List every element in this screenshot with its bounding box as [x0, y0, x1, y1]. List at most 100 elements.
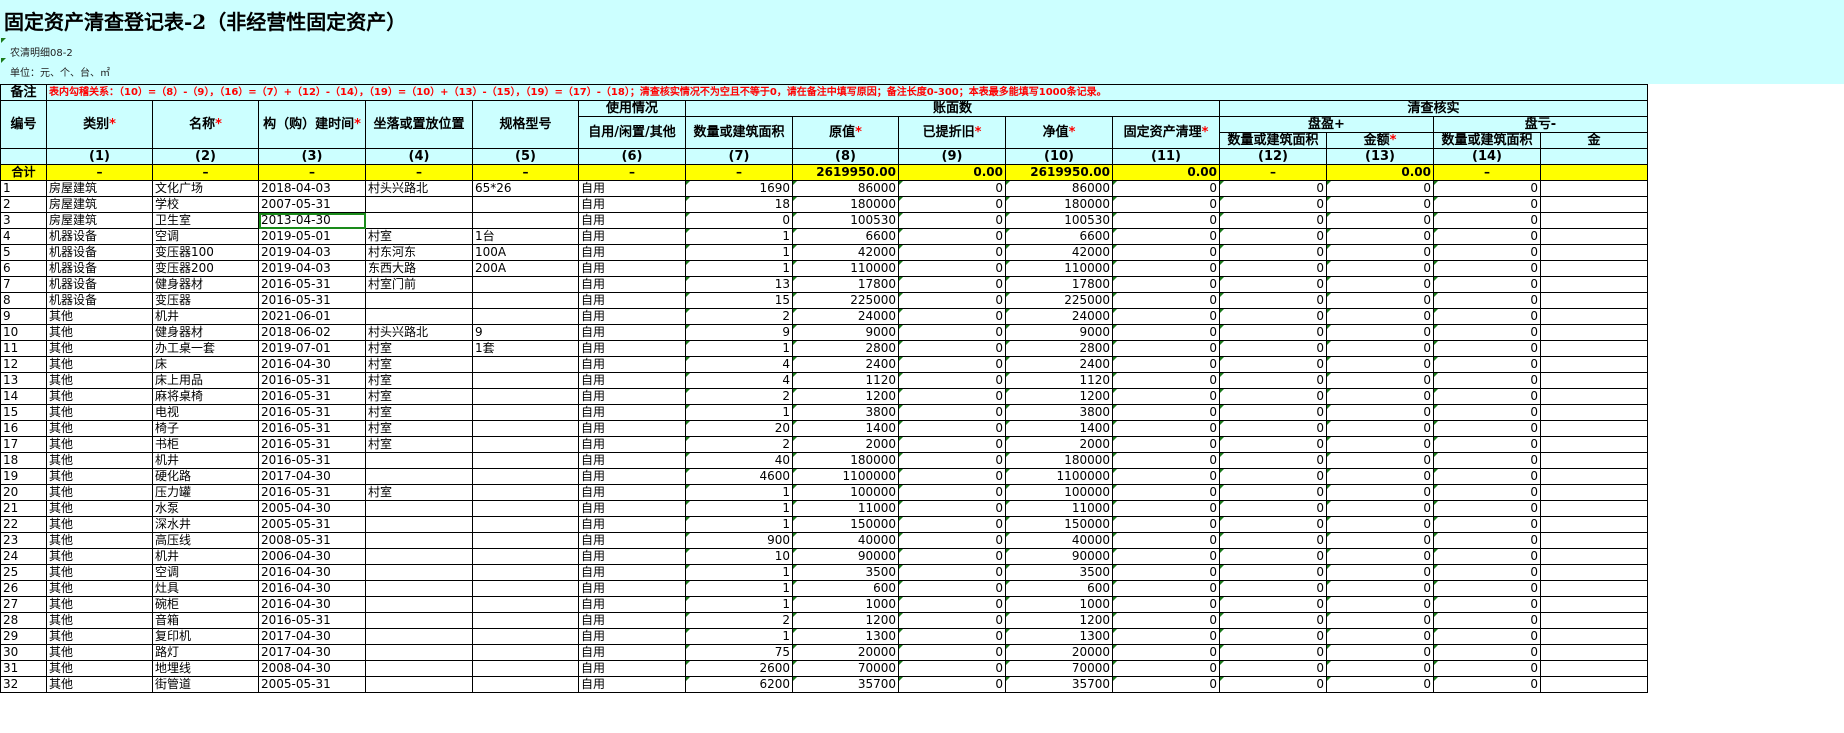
table-cell[interactable]: 75 — [685, 644, 793, 661]
table-cell[interactable]: 28 — [0, 612, 47, 629]
table-cell[interactable]: 1 — [685, 516, 793, 533]
table-cell[interactable]: 0 — [1433, 404, 1541, 421]
table-cell[interactable] — [1540, 532, 1648, 549]
table-cell[interactable]: 自用 — [578, 212, 686, 229]
table-cell[interactable]: 自用 — [578, 308, 686, 325]
table-cell[interactable] — [1540, 292, 1648, 309]
table-cell[interactable]: 0 — [1433, 420, 1541, 437]
table-cell[interactable]: 0 — [898, 468, 1006, 485]
table-cell[interactable]: 村室 — [365, 388, 473, 405]
table-cell[interactable]: 10 — [0, 324, 47, 341]
table-cell[interactable]: 0 — [1326, 324, 1434, 341]
table-cell[interactable]: 0 — [1112, 228, 1220, 245]
table-cell[interactable]: 0 — [1326, 340, 1434, 357]
table-cell[interactable]: 0 — [1326, 660, 1434, 677]
table-cell[interactable] — [472, 612, 579, 629]
table-cell[interactable]: 2016-04-30 — [258, 596, 366, 613]
table-cell[interactable]: 0 — [1433, 244, 1541, 261]
table-cell[interactable]: 自用 — [578, 340, 686, 357]
table-cell[interactable]: 2016-05-31 — [258, 292, 366, 309]
table-cell[interactable]: 自用 — [578, 516, 686, 533]
table-cell[interactable]: 0 — [898, 260, 1006, 277]
table-cell[interactable]: 2016-05-31 — [258, 484, 366, 501]
table-cell[interactable]: 0 — [1112, 420, 1220, 437]
table-cell[interactable]: 自用 — [578, 324, 686, 341]
table-cell[interactable]: 自用 — [578, 404, 686, 421]
table-cell[interactable]: 0 — [1326, 420, 1434, 437]
table-cell[interactable]: 0 — [1219, 404, 1327, 421]
table-cell[interactable]: 0 — [1219, 260, 1327, 277]
table-cell[interactable]: 100530 — [1005, 212, 1113, 229]
table-cell[interactable]: 0 — [1326, 404, 1434, 421]
table-cell[interactable]: 自用 — [578, 500, 686, 517]
table-cell[interactable]: 35700 — [1005, 676, 1113, 693]
table-cell[interactable]: 0 — [1112, 292, 1220, 309]
table-cell[interactable]: 24000 — [1005, 308, 1113, 325]
table-cell[interactable]: 20 — [685, 420, 793, 437]
table-cell[interactable]: 其他 — [46, 356, 153, 373]
table-cell[interactable]: 0 — [1219, 500, 1327, 517]
table-cell[interactable]: 2017-04-30 — [258, 644, 366, 661]
table-cell[interactable]: 180000 — [1005, 452, 1113, 469]
table-cell[interactable]: 村东河东 — [365, 244, 473, 261]
table-cell[interactable]: 房屋建筑 — [46, 212, 153, 229]
table-cell[interactable]: 1120 — [792, 372, 899, 389]
table-cell[interactable]: 自用 — [578, 548, 686, 565]
table-cell[interactable]: 180000 — [792, 452, 899, 469]
table-cell[interactable]: 2018-06-02 — [258, 324, 366, 341]
table-cell[interactable]: 0 — [898, 308, 1006, 325]
table-cell[interactable]: 1200 — [1005, 388, 1113, 405]
table-cell[interactable] — [472, 500, 579, 517]
table-cell[interactable]: 0 — [1326, 228, 1434, 245]
table-cell[interactable] — [472, 292, 579, 309]
table-cell[interactable]: 0 — [1326, 484, 1434, 501]
table-cell[interactable]: 0 — [685, 212, 793, 229]
table-cell[interactable] — [1540, 500, 1648, 517]
table-cell[interactable]: 自用 — [578, 564, 686, 581]
table-cell[interactable] — [365, 548, 473, 565]
table-cell[interactable]: 0 — [1326, 580, 1434, 597]
table-cell[interactable]: 0 — [1219, 356, 1327, 373]
table-cell[interactable]: 0 — [1219, 292, 1327, 309]
table-cell[interactable]: 0 — [898, 180, 1006, 197]
table-cell[interactable]: 变压器 — [152, 292, 259, 309]
table-cell[interactable]: 0 — [1112, 468, 1220, 485]
table-cell[interactable]: 2 — [685, 308, 793, 325]
table-cell[interactable]: 0 — [1433, 292, 1541, 309]
table-cell[interactable]: 0 — [1433, 308, 1541, 325]
table-cell[interactable]: 其他 — [46, 548, 153, 565]
table-cell[interactable] — [472, 468, 579, 485]
table-cell[interactable]: 0 — [898, 596, 1006, 613]
table-cell[interactable]: 0 — [1326, 596, 1434, 613]
table-cell[interactable] — [1540, 644, 1648, 661]
table-cell[interactable]: 42000 — [792, 244, 899, 261]
table-cell[interactable]: 自用 — [578, 436, 686, 453]
table-cell[interactable]: 文化广场 — [152, 180, 259, 197]
table-cell[interactable]: 0 — [1112, 612, 1220, 629]
table-cell[interactable] — [472, 276, 579, 293]
table-cell[interactable]: 2018-04-03 — [258, 180, 366, 197]
table-cell[interactable]: 600 — [1005, 580, 1113, 597]
table-cell[interactable]: 1 — [0, 180, 47, 197]
table-cell[interactable]: 0 — [1433, 580, 1541, 597]
table-cell[interactable]: 0 — [1326, 196, 1434, 213]
table-cell[interactable]: 其他 — [46, 564, 153, 581]
table-cell[interactable]: 86000 — [1005, 180, 1113, 197]
table-cell[interactable]: 0 — [1433, 276, 1541, 293]
table-cell[interactable]: 1000 — [792, 596, 899, 613]
table-cell[interactable]: 自用 — [578, 420, 686, 437]
table-cell[interactable] — [1540, 628, 1648, 645]
table-cell[interactable]: 2016-05-31 — [258, 276, 366, 293]
table-cell[interactable] — [1540, 180, 1648, 197]
table-cell[interactable]: 椅子 — [152, 420, 259, 437]
table-cell[interactable]: 0 — [1112, 532, 1220, 549]
table-cell[interactable]: 2008-04-30 — [258, 660, 366, 677]
table-cell[interactable] — [1540, 548, 1648, 565]
table-cell[interactable]: 2017-04-30 — [258, 628, 366, 645]
table-cell[interactable]: 0 — [1433, 324, 1541, 341]
table-cell[interactable]: 变压器100 — [152, 244, 259, 261]
table-cell[interactable]: 24 — [0, 548, 47, 565]
table-cell[interactable]: 150000 — [1005, 516, 1113, 533]
table-cell[interactable]: 0 — [1219, 628, 1327, 645]
table-cell[interactable]: 1 — [685, 244, 793, 261]
